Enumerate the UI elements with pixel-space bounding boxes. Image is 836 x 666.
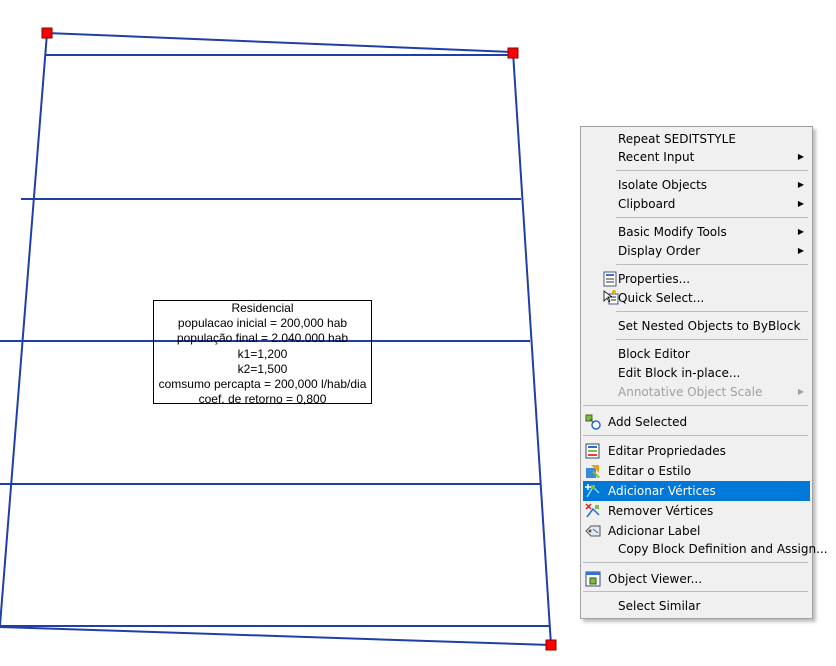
menu-item-remover-vertices[interactable]: Remover Vértices xyxy=(583,501,810,521)
label-line: população final = 2.040.000 hab xyxy=(176,331,349,346)
menu-separator xyxy=(583,405,808,406)
edit-style-icon xyxy=(585,463,601,479)
menu-item-basic-modify-tools[interactable]: Basic Modify Tools ▶ xyxy=(583,222,810,242)
submenu-arrow-icon: ▶ xyxy=(797,152,804,161)
menu-item-properties[interactable]: Properties... xyxy=(583,269,810,289)
menu-separator xyxy=(616,264,808,265)
properties-icon xyxy=(603,271,619,287)
menu-item-recent-input[interactable]: Recent Input ▶ xyxy=(583,147,810,167)
menu-item-adicionar-label[interactable]: Adicionar Label xyxy=(583,521,810,541)
add-label-icon xyxy=(585,523,601,539)
submenu-arrow-icon: ▶ xyxy=(797,246,804,255)
menu-item-clipboard[interactable]: Clipboard ▶ xyxy=(583,194,810,214)
menu-item-repeat-seditstyle[interactable]: Repeat SEDITSTYLE xyxy=(583,129,810,149)
menu-separator xyxy=(616,217,808,218)
edit-properties-icon xyxy=(585,443,601,459)
label-line: coef. de retorno = 0,800 xyxy=(198,392,327,407)
vertex-grip[interactable] xyxy=(41,27,53,39)
menu-separator xyxy=(583,435,808,436)
menu-separator xyxy=(616,170,808,171)
menu-separator xyxy=(583,562,808,563)
add-selected-icon xyxy=(585,414,601,430)
menu-item-adicionar-vertices[interactable]: Adicionar Vértices xyxy=(583,481,810,501)
menu-item-select-similar[interactable]: Select Similar xyxy=(583,596,810,616)
quick-select-icon xyxy=(603,290,619,306)
label-line: comsumo percapta = 200,000 l/hab/dia xyxy=(158,377,367,392)
menu-item-edit-block-in-place[interactable]: Edit Block in-place... xyxy=(583,363,810,383)
submenu-arrow-icon: ▶ xyxy=(797,180,804,189)
menu-item-quick-select[interactable]: Quick Select... xyxy=(583,288,810,308)
block-attribute-label[interactable]: Residencial populacao inicial = 200,000 … xyxy=(153,300,372,407)
menu-item-isolate-objects[interactable]: Isolate Objects ▶ xyxy=(583,175,810,195)
menu-item-annotative-object-scale: Annotative Object Scale ▶ xyxy=(583,382,810,402)
submenu-arrow-icon: ▶ xyxy=(797,227,804,236)
context-menu: Repeat SEDITSTYLE Recent Input ▶ Isolate… xyxy=(580,126,828,619)
menu-item-copy-block-definition[interactable]: Copy Block Definition and Assign... xyxy=(583,539,828,559)
remove-vertex-icon xyxy=(585,503,601,519)
label-line: k2=1,500 xyxy=(237,361,288,376)
menu-separator xyxy=(616,339,808,340)
add-vertex-icon xyxy=(585,483,601,499)
submenu-arrow-icon: ▶ xyxy=(797,199,804,208)
menu-item-object-viewer[interactable]: Object Viewer... xyxy=(583,569,810,589)
vertex-grip[interactable] xyxy=(545,639,557,651)
menu-item-display-order[interactable]: Display Order ▶ xyxy=(583,241,810,261)
menu-item-editar-propriedades[interactable]: Editar Propriedades xyxy=(583,441,810,461)
menu-separator xyxy=(616,311,808,312)
submenu-arrow-icon: ▶ xyxy=(797,387,804,396)
menu-item-set-nested-objects[interactable]: Set Nested Objects to ByBlock xyxy=(583,316,810,336)
object-viewer-icon xyxy=(585,571,601,587)
vertex-grip[interactable] xyxy=(507,47,519,59)
label-line: k1=1,200 xyxy=(237,346,288,361)
menu-item-add-selected[interactable]: Add Selected xyxy=(583,412,810,432)
menu-separator xyxy=(583,591,808,592)
menu-item-block-editor[interactable]: Block Editor xyxy=(583,344,810,364)
menu-item-editar-o-estilo[interactable]: Editar o Estilo xyxy=(583,461,810,481)
label-line: Residencial xyxy=(231,301,294,315)
label-line: populacao inicial = 200,000 hab xyxy=(177,316,348,331)
